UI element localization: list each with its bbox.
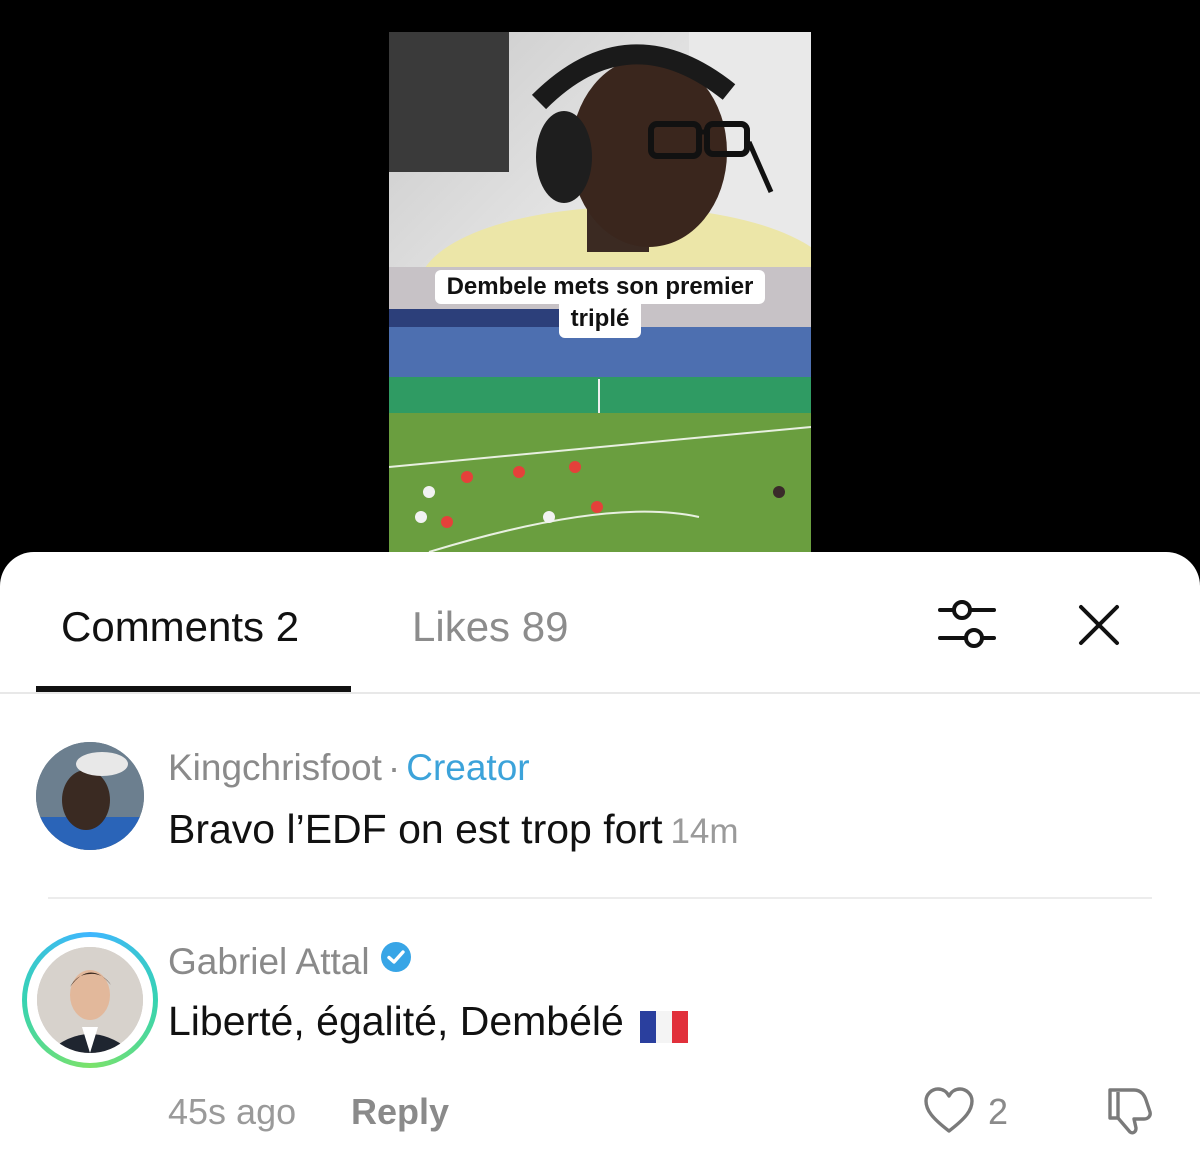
video-thumbnail[interactable]: Dembele mets son premier triplé — [389, 32, 811, 552]
close-button[interactable] — [1072, 598, 1126, 652]
comment-text-line: Liberté, égalité, Dembélé — [168, 996, 688, 1046]
filter-button[interactable] — [936, 596, 998, 652]
filter-sliders-icon — [938, 600, 996, 648]
comment-text: Bravo l’EDF on est trop fort — [168, 806, 663, 852]
avatar-image — [37, 947, 143, 1053]
france-flag-icon — [639, 1004, 688, 1044]
comment-time: 45s ago — [168, 1091, 297, 1132]
comment-text-line: Bravo l’EDF on est trop fort 14m — [168, 804, 739, 857]
pitch-illustration — [389, 267, 811, 552]
streamer-illustration — [389, 32, 811, 367]
tab-likes[interactable]: Likes 89 — [412, 602, 568, 652]
avatar[interactable] — [36, 742, 144, 850]
avatar-image — [36, 742, 144, 850]
creator-badge: Creator — [406, 747, 530, 788]
comments-sheet: Comments 2 Likes 89 Kingchrisfoot · Crea… — [0, 552, 1200, 1165]
streamer-webcam — [389, 32, 811, 367]
dislike-button[interactable] — [1100, 1082, 1156, 1138]
separator-dot: · — [387, 747, 401, 788]
like-count: 2 — [988, 1091, 1009, 1132]
football-match-footage — [389, 267, 811, 552]
reply-button[interactable]: Reply — [351, 1090, 449, 1134]
comment-author[interactable]: Gabriel Attal — [168, 941, 370, 982]
comment-author[interactable]: Kingchrisfoot — [168, 747, 382, 788]
app-screen: Dembele mets son premier triplé Comments… — [0, 0, 1200, 1165]
active-tab-indicator — [36, 686, 351, 692]
heart-icon — [924, 1087, 974, 1133]
sheet-header: Comments 2 Likes 89 — [0, 552, 1200, 694]
comment-author-line: Gabriel Attal — [168, 940, 412, 986]
close-icon — [1079, 605, 1119, 645]
tab-comments[interactable]: Comments 2 — [61, 602, 299, 652]
comment-time: 14m — [670, 812, 739, 851]
avatar[interactable] — [37, 947, 143, 1053]
verified-badge-icon — [380, 939, 412, 983]
thumbs-down-icon — [1108, 1088, 1152, 1135]
like-button[interactable] — [922, 1086, 976, 1136]
comment-text: Liberté, égalité, Dembélé — [168, 998, 624, 1044]
comment-author-line: Kingchrisfoot · Creator — [168, 746, 530, 790]
comment-divider — [48, 897, 1152, 899]
